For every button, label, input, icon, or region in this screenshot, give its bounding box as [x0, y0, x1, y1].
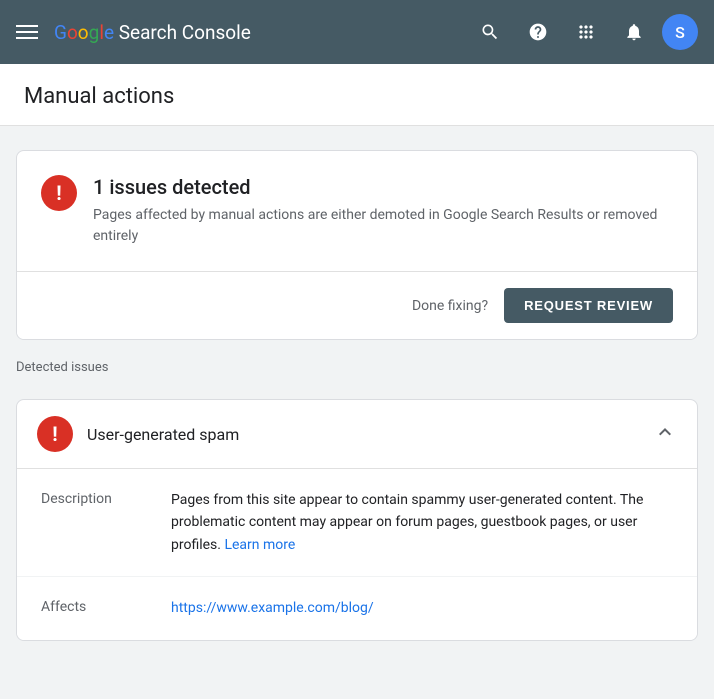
- issue-item-card: ! User-generated spam Description Pages …: [16, 399, 698, 641]
- affects-label: Affects: [41, 597, 171, 619]
- issue-details: Description Pages from this site appear …: [17, 469, 697, 640]
- main-content: ! 1 issues detected Pages affected by ma…: [0, 126, 714, 665]
- nav-icons: S: [470, 12, 698, 52]
- page-title: Manual actions: [24, 84, 690, 109]
- page-title-bar: Manual actions: [0, 64, 714, 126]
- menu-icon[interactable]: [16, 25, 38, 39]
- search-icon[interactable]: [470, 12, 510, 52]
- description-row: Description Pages from this site appear …: [17, 469, 697, 577]
- user-avatar[interactable]: S: [662, 14, 698, 50]
- chevron-up-icon: [653, 420, 677, 449]
- notifications-icon[interactable]: [614, 12, 654, 52]
- issues-description: Pages affected by manual actions are eit…: [93, 205, 673, 247]
- affects-url-link[interactable]: https://www.example.com/blog/: [171, 600, 374, 616]
- description-label: Description: [41, 489, 171, 556]
- affects-row: Affects https://www.example.com/blog/: [17, 577, 697, 639]
- detected-issues-label: Detected issues: [16, 356, 698, 383]
- issues-summary-section: ! 1 issues detected Pages affected by ma…: [17, 151, 697, 272]
- issues-summary-card: ! 1 issues detected Pages affected by ma…: [16, 150, 698, 340]
- card-footer: Done fixing? REQUEST REVIEW: [17, 272, 697, 339]
- description-value: Pages from this site appear to contain s…: [171, 489, 673, 556]
- app-logo: Google Search Console: [54, 21, 454, 44]
- issue-error-icon: !: [37, 416, 73, 452]
- request-review-button[interactable]: REQUEST REVIEW: [504, 288, 673, 323]
- done-fixing-label: Done fixing?: [412, 298, 488, 314]
- issue-header[interactable]: ! User-generated spam: [17, 400, 697, 469]
- error-icon: !: [41, 175, 77, 211]
- logo-text: Google Search Console: [54, 21, 251, 44]
- top-navigation: Google Search Console S: [0, 0, 714, 64]
- learn-more-link[interactable]: Learn more: [224, 537, 295, 553]
- issues-count: 1 issues detected: [93, 175, 673, 199]
- help-icon[interactable]: [518, 12, 558, 52]
- affects-value: https://www.example.com/blog/: [171, 597, 374, 619]
- apps-icon[interactable]: [566, 12, 606, 52]
- issue-title: User-generated spam: [87, 425, 639, 444]
- issues-text-block: 1 issues detected Pages affected by manu…: [93, 175, 673, 247]
